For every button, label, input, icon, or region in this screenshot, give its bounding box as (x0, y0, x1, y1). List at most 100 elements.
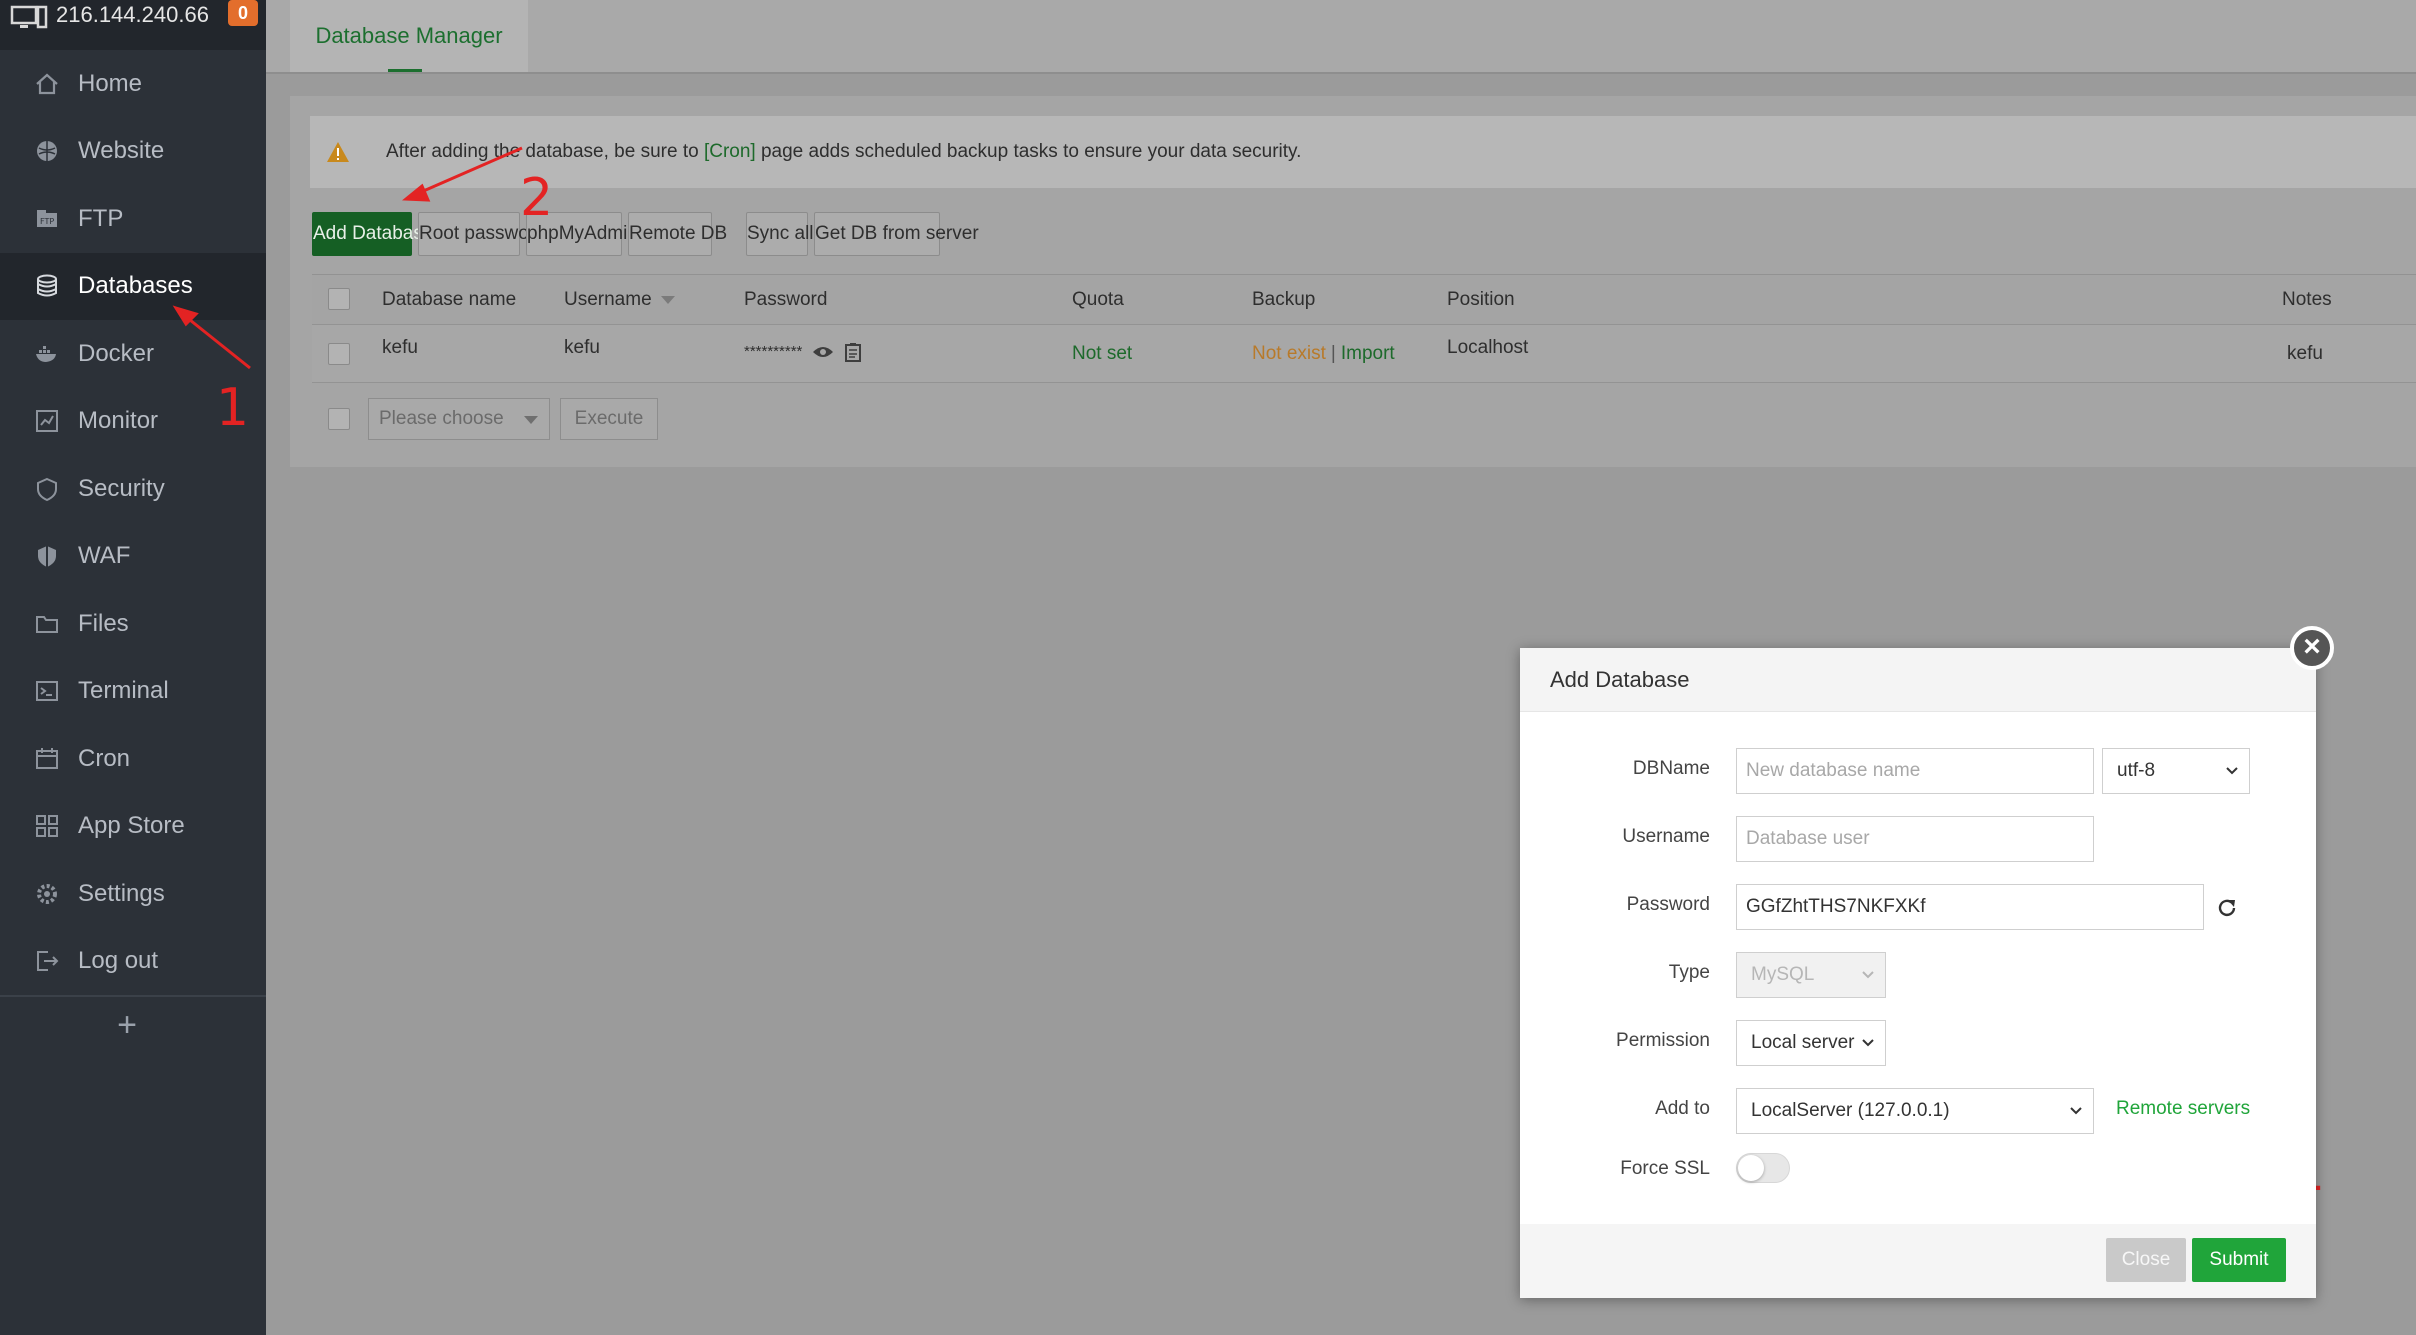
force-ssl-toggle[interactable] (1736, 1153, 1790, 1183)
cell-database-name: kefu (382, 336, 418, 358)
tab-active-indicator (388, 69, 422, 72)
sidebar-item-home[interactable]: Home (0, 50, 266, 118)
addto-label: Add to (1655, 1098, 1710, 1119)
sidebar-item-cron[interactable]: Cron (0, 725, 266, 793)
table-row: kefu kefu ********** Not set Not exist |… (312, 325, 2416, 383)
sidebar-item-waf[interactable]: WAF (0, 523, 266, 591)
batch-action-select[interactable]: Please choose (368, 398, 550, 440)
sidebar-item-security[interactable]: Security (0, 455, 266, 523)
shield-icon (37, 477, 57, 501)
column-header-notes: Notes (2282, 288, 2332, 310)
server-bar: 216.144.240.66 0 (0, 0, 266, 50)
sidebar-item-website[interactable]: Website (0, 118, 266, 186)
notification-badge[interactable]: 0 (228, 0, 258, 26)
sidebar-item-label: Terminal (78, 677, 169, 705)
svg-text:FTP: FTP (40, 217, 54, 226)
execute-button[interactable]: Execute (560, 398, 658, 440)
username-input[interactable] (1736, 816, 2094, 862)
row-checkbox[interactable] (328, 343, 350, 365)
sidebar-item-settings[interactable]: Settings (0, 860, 266, 928)
dbname-input[interactable] (1736, 748, 2094, 794)
sidebar-item-app-store[interactable]: App Store (0, 793, 266, 861)
sidebar-item-label: Website (78, 137, 165, 165)
submit-button[interactable]: Submit (2192, 1238, 2286, 1282)
close-icon[interactable]: × (2290, 626, 2334, 670)
permission-select[interactable]: Local server (1736, 1020, 1886, 1066)
sidebar-item-ftp[interactable]: FTP FTP (0, 185, 266, 253)
cell-backup: Not exist | Import (1252, 325, 1395, 382)
permission-label: Permission (1616, 1030, 1710, 1051)
column-header-quota: Quota (1072, 288, 1124, 310)
folder-icon (36, 615, 58, 633)
annotation-step-1: 1 (216, 378, 250, 438)
sync-all-button[interactable]: Sync all (746, 212, 814, 256)
column-header-position: Position (1447, 288, 1515, 310)
waf-shield-icon (38, 546, 56, 568)
remote-db-button[interactable]: Remote DB (628, 212, 727, 256)
sidebar-nav: Home Website FTP FTP Databases Docker Mo… (0, 50, 266, 995)
charset-value: utf-8 (2117, 760, 2156, 781)
username-label: Username (1622, 826, 1710, 847)
grid-icon (36, 815, 58, 838)
dialog-footer: Close Submit (1520, 1224, 2316, 1298)
charset-select[interactable]: utf-8 (2102, 748, 2250, 794)
cell-quota[interactable]: Not set (1072, 325, 1132, 382)
sidebar-item-log-out[interactable]: Log out (0, 928, 266, 996)
column-header-backup: Backup (1252, 288, 1316, 310)
type-label: Type (1668, 962, 1710, 983)
remote-servers-link[interactable]: Remote servers (2116, 1098, 2250, 1120)
notice-text-before: After adding the database, be sure to (386, 141, 704, 162)
tab-label: Database Manager (315, 23, 503, 48)
refresh-icon[interactable] (2216, 897, 2238, 919)
addto-select[interactable]: LocalServer (127.0.0.1) (1736, 1088, 2094, 1134)
gear-icon (37, 883, 57, 904)
get-db-from-server-button[interactable]: Get DB from server (814, 212, 979, 256)
copy-icon[interactable] (844, 342, 862, 362)
monitor-icon (10, 5, 48, 29)
sidebar-item-terminal[interactable]: Terminal (0, 658, 266, 726)
dbname-label: DBName (1632, 758, 1710, 779)
batch-select-checkbox[interactable] (328, 408, 350, 430)
type-select: MySQL (1736, 952, 1886, 998)
warning-icon (327, 142, 349, 162)
chevron-down-icon (2226, 767, 2238, 775)
sidebar-item-label: WAF (78, 542, 131, 570)
backup-separator: | (1330, 342, 1336, 364)
sidebar-add-button[interactable]: + (110, 1005, 144, 1045)
sidebar-item-label: Files (78, 609, 129, 637)
sidebar-item-label: Databases (78, 272, 193, 300)
column-header-password: Password (744, 288, 828, 310)
backup-status-link[interactable]: Not exist (1252, 343, 1326, 365)
cell-notes[interactable]: kefu (2287, 325, 2323, 382)
sidebar: 216.144.240.66 0 Home Website FTP FTP Da… (0, 0, 266, 1335)
column-header-username[interactable]: Username (564, 275, 676, 324)
tab-database-manager[interactable]: Database Manager (290, 0, 528, 72)
sidebar-item-databases[interactable]: Databases (0, 252, 266, 320)
cron-link[interactable]: [Cron] (704, 141, 756, 162)
monitor-chart-icon (36, 410, 58, 433)
select-all-checkbox[interactable] (328, 288, 350, 310)
sort-down-icon[interactable] (660, 295, 676, 305)
sidebar-item-label: FTP (78, 204, 124, 232)
home-icon (36, 73, 58, 94)
table-header: Database name Username Password Quota Ba… (312, 275, 2416, 325)
logout-icon (37, 951, 59, 972)
cell-username: kefu (564, 336, 600, 358)
root-password-button[interactable]: Root password (418, 212, 546, 256)
sidebar-item-label: Docker (78, 339, 155, 367)
close-button[interactable]: Close (2106, 1238, 2186, 1282)
eye-icon[interactable] (812, 344, 834, 360)
batch-action-placeholder: Please choose (379, 408, 504, 429)
database-panel: After adding the database, be sure to [C… (290, 96, 2416, 467)
dialog-title: Add Database (1550, 667, 1690, 692)
add-database-button[interactable]: Add Database (312, 212, 433, 256)
sidebar-item-files[interactable]: Files (0, 590, 266, 658)
database-table: Database name Username Password Quota Ba… (312, 274, 2416, 383)
chevron-down-icon (524, 416, 538, 424)
sidebar-item-label: Home (78, 69, 143, 97)
column-header-database-name[interactable]: Database name (382, 275, 516, 324)
password-input[interactable] (1736, 884, 2204, 930)
terminal-icon (36, 681, 58, 702)
sidebar-item-label: Monitor (78, 407, 159, 435)
import-link[interactable]: Import (1341, 343, 1395, 365)
